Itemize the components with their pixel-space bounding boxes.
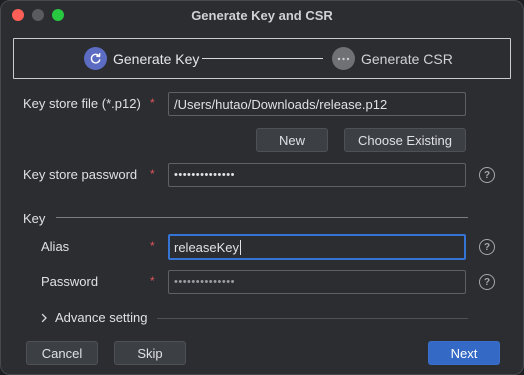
key-password-field[interactable]: •••••••••••••• — [168, 270, 466, 294]
close-window-button[interactable] — [12, 9, 24, 21]
step-generate-csr: Generate CSR — [332, 47, 453, 70]
alias-value: releaseKey — [174, 239, 240, 255]
minimize-window-button[interactable] — [32, 9, 44, 21]
refresh-icon — [84, 47, 107, 70]
required-mark: * — [150, 167, 155, 181]
step-label: Generate Key — [113, 50, 200, 67]
ellipsis-icon — [332, 47, 355, 70]
keystore-file-value: /Users/hutao/Downloads/release.p12 — [174, 96, 388, 112]
alias-field[interactable]: releaseKey — [168, 234, 466, 260]
new-keystore-button[interactable]: New — [256, 128, 328, 152]
advance-setting-divider — [157, 318, 468, 319]
required-mark: * — [150, 96, 155, 110]
zoom-window-button[interactable] — [52, 9, 64, 21]
advance-setting-toggle[interactable]: Advance setting — [41, 310, 148, 325]
keystore-file-field[interactable]: /Users/hutao/Downloads/release.p12 — [168, 92, 466, 116]
dialog-window: Generate Key and CSR Generate Key Genera… — [0, 0, 524, 375]
keystore-file-label: Key store file (*.p12) — [23, 96, 141, 111]
key-section-label: Key — [23, 211, 46, 226]
keystore-password-label: Key store password — [23, 167, 138, 182]
title-bar: Generate Key and CSR — [1, 1, 523, 29]
step-label: Generate CSR — [361, 50, 453, 67]
choose-existing-button[interactable]: Choose Existing — [344, 128, 466, 152]
next-button[interactable]: Next — [428, 341, 500, 365]
help-icon[interactable]: ? — [479, 239, 495, 255]
keystore-password-field[interactable]: •••••••••••••• — [168, 163, 466, 187]
skip-button[interactable]: Skip — [114, 341, 186, 365]
text-caret — [240, 239, 242, 255]
window-title: Generate Key and CSR — [191, 7, 333, 23]
required-mark: * — [150, 239, 155, 253]
advance-setting-label: Advance setting — [55, 310, 148, 325]
step-generate-key: Generate Key — [84, 47, 199, 70]
chevron-right-icon — [41, 313, 49, 323]
help-icon[interactable]: ? — [479, 274, 495, 290]
cancel-button[interactable]: Cancel — [26, 341, 98, 365]
step-connector — [202, 58, 323, 59]
key-password-label: Password — [41, 274, 99, 289]
keystore-password-mask: •••••••••••••• — [174, 169, 235, 181]
step-indicator: Generate Key Generate CSR — [13, 38, 511, 79]
key-password-mask: •••••••••••••• — [174, 276, 235, 288]
help-icon[interactable]: ? — [479, 167, 495, 183]
required-mark: * — [150, 274, 155, 288]
window-controls — [12, 9, 64, 21]
alias-label: Alias — [41, 239, 70, 254]
key-section-divider — [56, 217, 468, 218]
